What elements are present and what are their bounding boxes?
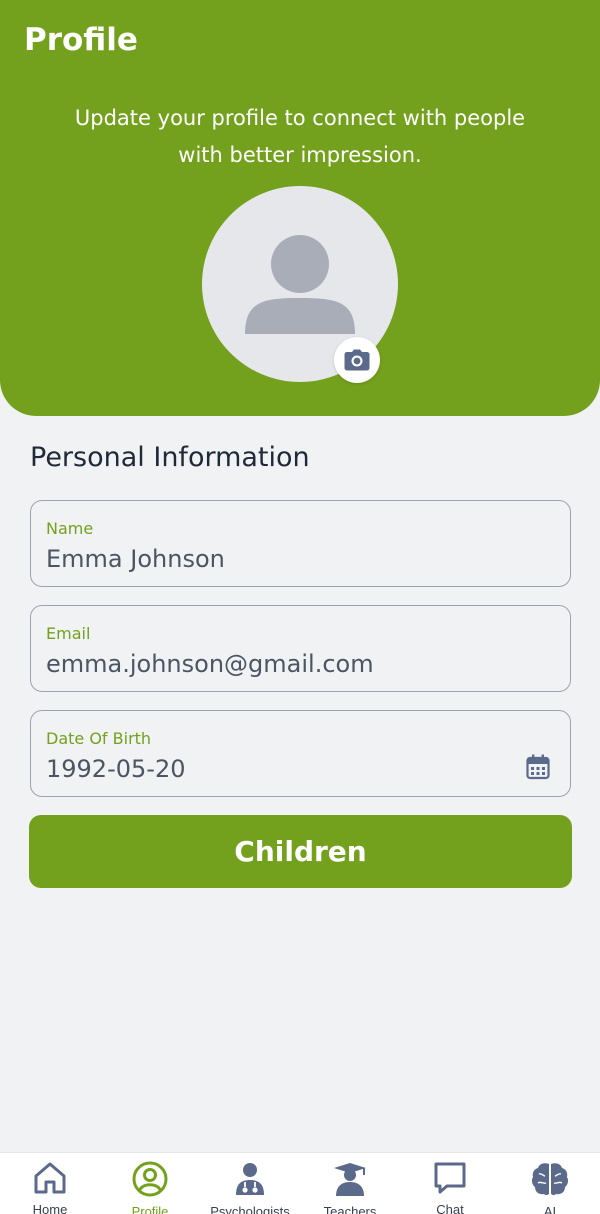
tab-ai[interactable]: AI bbox=[500, 1153, 600, 1214]
tab-teachers-label: Teachers bbox=[323, 1204, 377, 1214]
tab-home[interactable]: Home bbox=[0, 1153, 100, 1214]
email-field-value[interactable]: emma.johnson@gmail.com bbox=[46, 650, 374, 678]
change-photo-button[interactable] bbox=[334, 337, 380, 383]
email-field[interactable]: Email emma.johnson@gmail.com bbox=[30, 605, 571, 692]
tab-chat-label: Chat bbox=[436, 1202, 464, 1214]
chat-icon bbox=[434, 1162, 466, 1194]
name-field-value[interactable]: Emma Johnson bbox=[46, 545, 225, 573]
profile-icon bbox=[132, 1161, 168, 1197]
header-subtitle: Update your profile to connect with peop… bbox=[74, 106, 526, 167]
tab-psychologists-label: Psychologists bbox=[210, 1204, 290, 1214]
date-of-birth-field[interactable]: Date Of Birth 1992-05-20 bbox=[30, 710, 571, 797]
email-field-label: Email bbox=[46, 624, 91, 643]
bottom-tab-bar: Home Profile Psychologists Teachers Chat… bbox=[0, 1152, 600, 1214]
tab-home-label: Home bbox=[32, 1202, 68, 1214]
tab-profile[interactable]: Profile bbox=[100, 1153, 200, 1214]
home-icon bbox=[34, 1162, 66, 1194]
section-title-personal-information: Personal Information bbox=[30, 442, 310, 473]
camera-icon bbox=[344, 349, 370, 371]
tab-teachers[interactable]: Teachers bbox=[300, 1153, 400, 1214]
profile-header: Profile Update your profile to connect w… bbox=[0, 0, 600, 416]
tab-ai-label: AI bbox=[543, 1204, 557, 1214]
date-of-birth-field-value[interactable]: 1992-05-20 bbox=[46, 755, 185, 783]
page-title: Profile bbox=[24, 22, 138, 58]
tab-psychologists[interactable]: Psychologists bbox=[200, 1153, 300, 1214]
name-field-label: Name bbox=[46, 519, 94, 538]
tab-profile-label: Profile bbox=[131, 1204, 169, 1214]
children-button[interactable]: Children bbox=[29, 815, 572, 888]
date-of-birth-field-label: Date Of Birth bbox=[46, 729, 152, 748]
calendar-icon[interactable] bbox=[526, 754, 550, 780]
tab-chat[interactable]: Chat bbox=[400, 1153, 500, 1214]
doctor-icon bbox=[236, 1163, 264, 1195]
teacher-icon bbox=[334, 1163, 366, 1196]
name-field[interactable]: Name Emma Johnson bbox=[30, 500, 571, 587]
brain-icon bbox=[531, 1163, 569, 1196]
